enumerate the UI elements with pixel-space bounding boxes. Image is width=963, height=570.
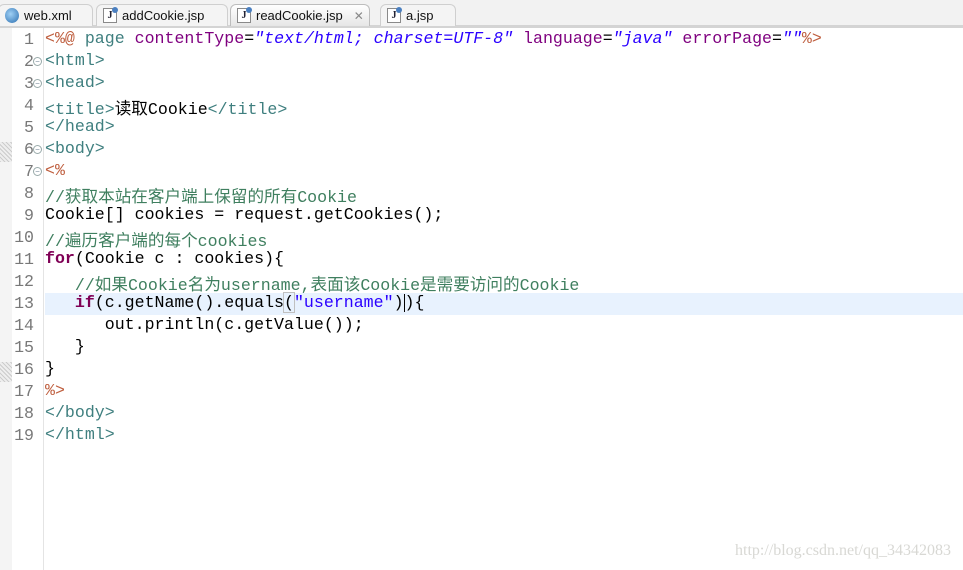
code-token: </body> [45,403,115,422]
code-token: (c.getName().equals [94,293,284,312]
code-line[interactable]: //如果Cookie名为username,表面该Cookie是需要访问的Cook… [45,271,963,295]
code-token: if [74,293,95,312]
web-xml-icon [5,8,19,23]
code-line[interactable]: for(Cookie c : cookies){ [45,249,963,271]
line-number: 18 [14,404,34,423]
code-token: contentType [134,29,245,48]
code-token: <body> [45,139,105,158]
line-number: 5 [24,118,34,137]
code-line[interactable]: if(c.getName().equals("username")){ [45,292,963,315]
code-token: "text/html; charset=UTF-8" [254,29,514,48]
tab-web-xml[interactable]: web.xml [0,4,93,26]
code-token: ){ [404,293,425,312]
code-area[interactable]: <%@ page contentType="text/html; charset… [45,28,963,447]
line-number: 17 [14,382,34,401]
overview-ruler [0,28,12,570]
code-token: ) [393,293,404,312]
code-token: </html> [45,425,115,444]
jsp-file-icon: J [103,7,118,23]
code-token: Cookie[] cookies = request.getCookies(); [45,205,444,224]
code-editor[interactable]: 1 2−3−4 5 6−7−8 9 10 11 12 13 14 15 16 17 18 19 <%@ pa… [0,28,963,570]
code-token: <head> [45,73,105,92]
code-token: language [523,29,603,48]
code-line[interactable]: </body> [45,403,963,425]
line-number: 15 [14,338,34,357]
tab-a-jsp[interactable]: J a.jsp [380,4,456,26]
code-token: <% [45,161,65,180]
code-token: = [772,29,782,48]
fold-toggle-icon[interactable]: − [33,145,42,154]
tab-label: addCookie.jsp [122,8,205,23]
tab-label: web.xml [24,8,72,23]
line-number: 7 [24,162,34,181]
fold-toggle-icon[interactable]: − [33,79,42,88]
line-number: 14 [14,316,34,335]
code-token: %> [45,381,65,400]
code-line[interactable]: <%@ page contentType="text/html; charset… [45,29,963,51]
tab-addcookie-jsp[interactable]: J addCookie.jsp [96,4,228,26]
code-token: %> [801,29,822,48]
code-token: "username" [293,293,394,312]
line-number: 12 [14,272,34,291]
tab-label: a.jsp [406,8,434,23]
code-token: ( [283,292,295,313]
code-line[interactable]: %> [45,381,963,403]
jsp-file-icon: J [387,7,402,23]
line-number: 8 [24,184,34,203]
code-token: page [84,29,135,48]
line-number: 19 [14,426,34,445]
line-number: 2 [24,52,34,71]
code-line[interactable]: out.println(c.getValue()); [45,315,963,337]
line-number: 1 [24,30,34,49]
watermark: http://blog.csdn.net/qq_34342083 [735,542,951,559]
code-token: "java" [612,29,673,48]
fold-toggle-icon[interactable]: − [33,167,42,176]
line-number: 9 [24,206,34,225]
code-token: for [45,249,75,268]
editor-tab-bar: web.xml J addCookie.jsp J readCookie.jsp… [0,0,963,28]
close-icon[interactable]: ✕ [354,9,364,23]
code-line[interactable]: </head> [45,117,963,139]
line-number: 6 [24,140,34,159]
code-token: <html> [45,51,105,70]
code-line[interactable]: Cookie[] cookies = request.getCookies(); [45,205,963,227]
code-line[interactable]: </html> [45,425,963,447]
tab-label: readCookie.jsp [256,8,343,23]
change-marker [0,362,12,382]
line-number: 11 [14,250,34,269]
code-token: <%@ [45,29,85,48]
line-number: 16 [14,360,34,379]
code-token: = [244,29,255,48]
code-token: = [602,29,613,48]
code-line[interactable]: //遍历客户端的每个cookies [45,227,963,251]
jsp-file-icon: J [237,7,252,23]
line-number: 3 [24,74,34,93]
code-line[interactable]: } [45,337,963,359]
line-number: 13 [14,294,34,313]
line-number-gutter: 1 2−3−4 5 6−7−8 9 10 11 12 13 14 15 16 17 18 19 [0,28,44,570]
code-token: </head> [45,117,115,136]
code-line[interactable]: <head> [45,73,963,95]
fold-toggle-icon[interactable]: − [33,57,42,66]
code-line[interactable]: <html> [45,51,963,73]
code-line[interactable]: <% [45,161,963,183]
code-line[interactable]: <body> [45,139,963,161]
code-token: out.println(c.getValue()); [45,315,364,334]
change-marker [0,142,12,162]
code-line[interactable]: <title>读取Cookie</title> [45,95,963,119]
line-number: 10 [14,228,34,247]
code-token: } [45,337,85,356]
code-token: "" [781,29,802,48]
code-line[interactable]: //获取本站在客户端上保留的所有Cookie [45,183,963,207]
code-token: errorPage [682,29,773,48]
code-token: (Cookie c : cookies){ [74,249,284,268]
code-line[interactable]: } [45,359,963,381]
tab-readcookie-jsp[interactable]: J readCookie.jsp ✕ [230,4,370,26]
line-number: 4 [24,96,34,115]
code-token: } [45,359,55,378]
